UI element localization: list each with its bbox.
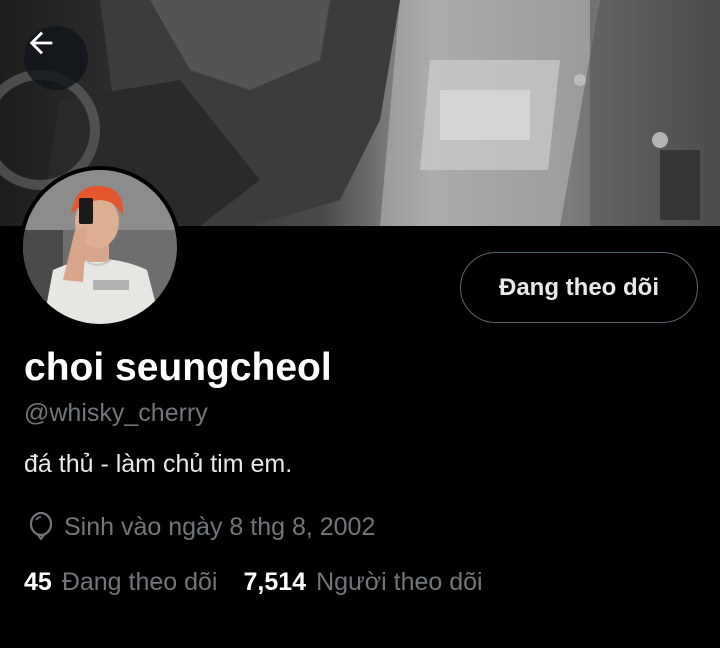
display-name: choi seungcheol [24,346,332,389]
back-button[interactable] [24,26,88,90]
following-button[interactable]: Đang theo dõi [460,252,698,323]
birthday-info: Sinh vào ngày 8 thg 8, 2002 [28,510,375,544]
username-handle: @whisky_cherry [24,399,208,427]
follow-stats: 45 Đang theo dõi 7,514 Người theo dõi [24,568,509,597]
followers-label: Người theo dõi [316,568,483,596]
following-label: Đang theo dõi [61,568,218,596]
profile-bio: đá thủ - làm chủ tim em. [24,450,293,478]
followers-count: 7,514 [243,568,307,596]
balloon-icon [28,512,54,542]
avatar-photo [23,170,177,324]
avatar[interactable] [19,166,181,328]
following-stat[interactable]: 45 Đang theo dõi [24,568,218,597]
following-count: 45 [24,568,52,596]
followers-stat[interactable]: 7,514 Người theo dõi [244,568,483,597]
birthday-text: Sinh vào ngày 8 thg 8, 2002 [64,512,376,541]
arrow-left-icon [29,31,53,55]
